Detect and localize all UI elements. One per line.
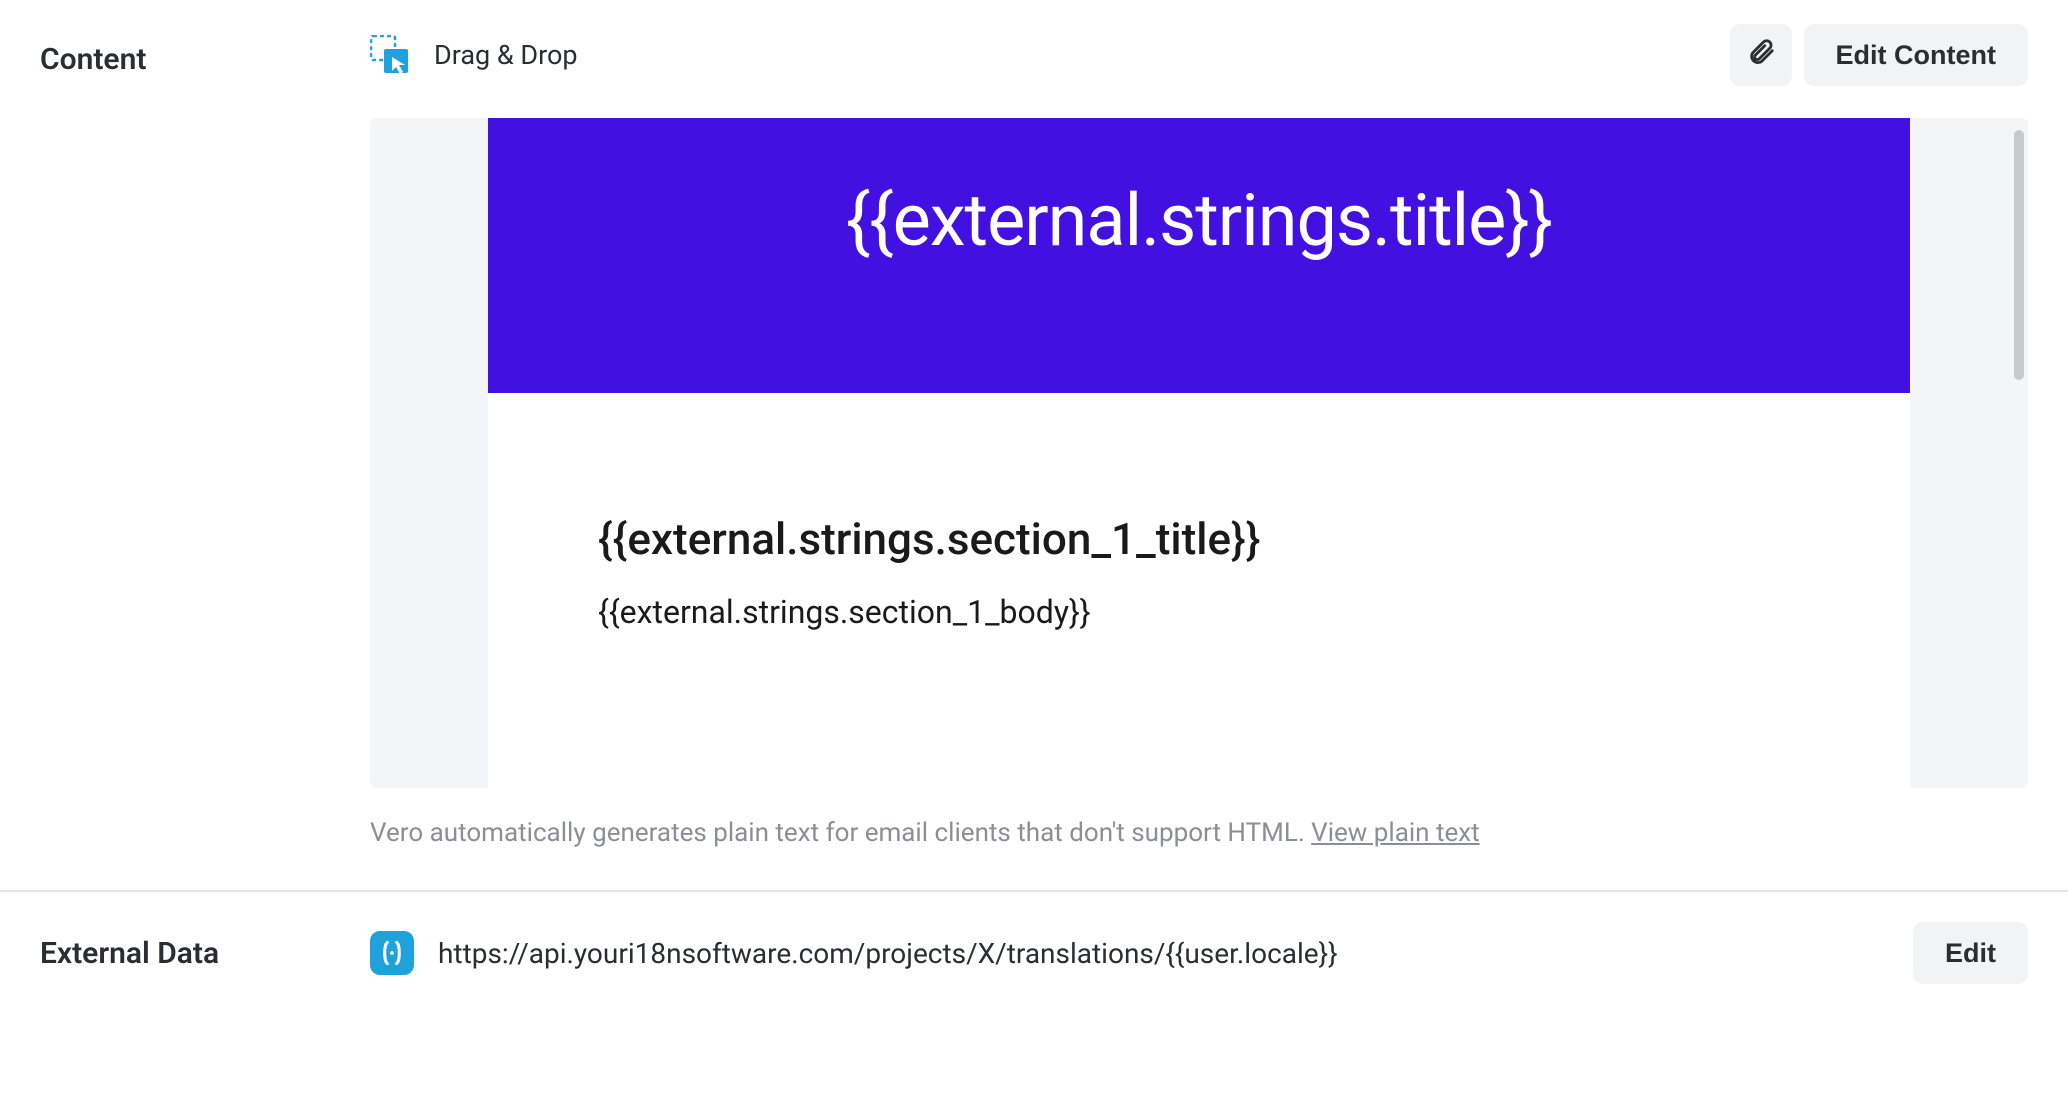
email-section-1: {{external.strings.section_1_title}} {{e… — [488, 393, 1910, 671]
drag-drop-label: Drag & Drop — [434, 39, 578, 71]
email-preview-panel: {{external.strings.title}} {{external.st… — [370, 118, 2028, 788]
content-body: Drag & Drop Edit Content {{external.stri… — [370, 30, 2028, 848]
preview-scrollbar[interactable] — [2014, 130, 2024, 380]
content-header: Drag & Drop Edit Content — [370, 20, 2028, 90]
edit-content-button[interactable]: Edit Content — [1804, 24, 2028, 86]
paperclip-icon — [1746, 37, 1776, 74]
email-section-1-title: {{external.strings.section_1_title}} — [598, 513, 1800, 565]
content-row: Content Drag & Drop — [0, 0, 2068, 848]
attachment-button[interactable] — [1730, 24, 1792, 86]
external-data-url: https://api.youri18nsoftware.com/project… — [438, 937, 1913, 970]
hint-text: Vero automatically generates plain text … — [370, 818, 1311, 848]
content-section-label: Content — [40, 30, 370, 77]
view-plain-text-link[interactable]: View plain text — [1311, 818, 1480, 848]
email-hero-block: {{external.strings.title}} — [488, 118, 1910, 393]
email-preview-content[interactable]: {{external.strings.title}} {{external.st… — [488, 118, 1910, 788]
external-data-section-label: External Data — [40, 936, 370, 971]
drag-drop-icon — [370, 35, 410, 75]
external-data-row: External Data https://api.youri18nsoftwa… — [0, 892, 2068, 1014]
edit-external-data-button[interactable]: Edit — [1913, 922, 2028, 984]
plain-text-hint: Vero automatically generates plain text … — [370, 818, 2028, 848]
external-data-icon — [370, 931, 414, 975]
email-section-1-body: {{external.strings.section_1_body}} — [598, 593, 1800, 631]
